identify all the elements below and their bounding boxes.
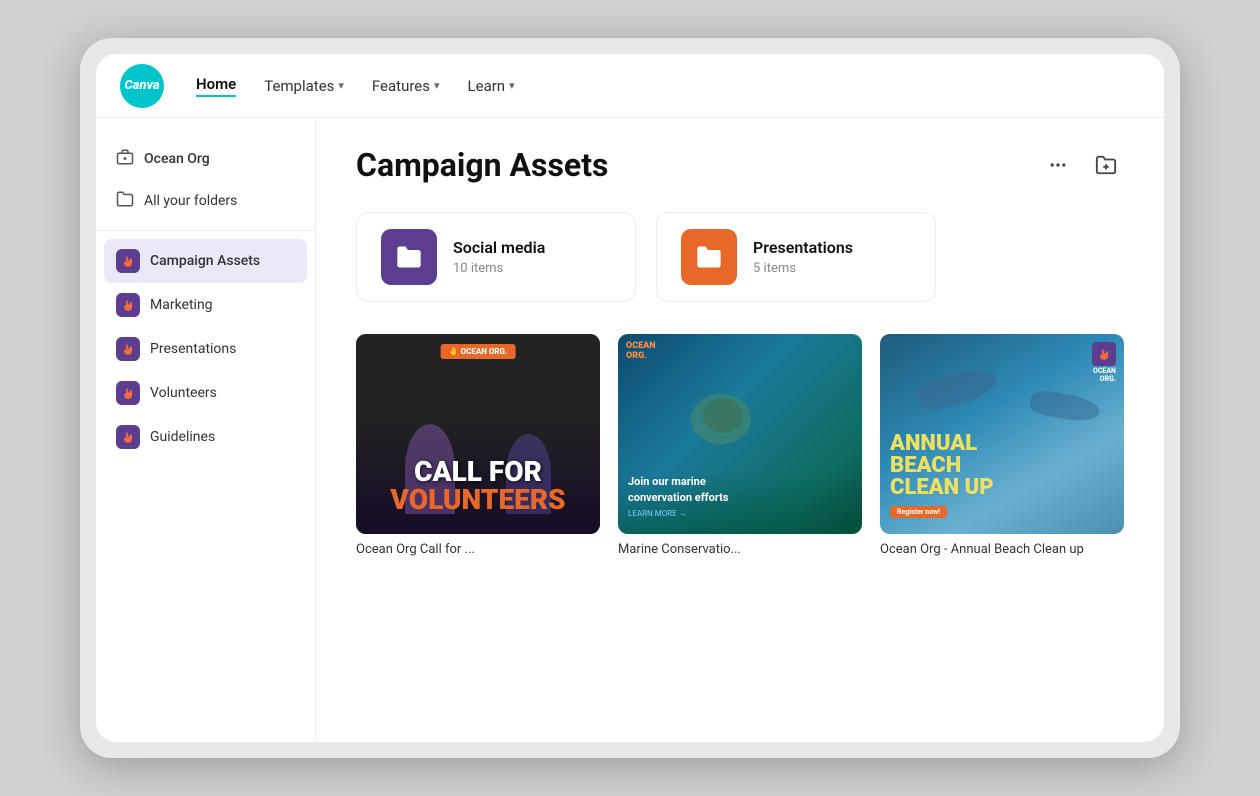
image-caption-1: Marine Conservatio... xyxy=(618,542,862,557)
nav-items: Home Templates ▾ Features ▾ Learn ▾ xyxy=(196,75,515,97)
page-title: Campaign Assets xyxy=(356,146,608,184)
features-chevron: ▾ xyxy=(434,79,440,92)
hand-icon-2 xyxy=(116,337,140,361)
sidebar-item-campaign-assets[interactable]: Campaign Assets xyxy=(104,239,307,283)
folder-icon-social xyxy=(381,229,437,285)
top-nav: Canva Home Templates ▾ Features ▾ Learn … xyxy=(96,54,1164,118)
header-actions xyxy=(1040,147,1124,183)
image-card-0[interactable]: 🤚 OCEAN ORG. CALL FOR VOLUNTEERS xyxy=(356,334,600,557)
org-icon xyxy=(116,148,134,170)
sidebar-label-3: Volunteers xyxy=(150,385,217,401)
nav-learn[interactable]: Learn ▾ xyxy=(468,77,515,95)
hand-icon-0 xyxy=(116,249,140,273)
sidebar-label-1: Marketing xyxy=(150,297,213,313)
nav-features[interactable]: Features ▾ xyxy=(372,77,440,95)
folder-count-social: 10 items xyxy=(453,261,545,276)
device-frame: Canva Home Templates ▾ Features ▾ Learn … xyxy=(80,38,1180,758)
image-thumb-1: OCEANORG. Join our marineconvervation ef… xyxy=(618,334,862,534)
sidebar-label-4: Guidelines xyxy=(150,429,215,445)
sidebar-org[interactable]: Ocean Org xyxy=(96,138,315,180)
folder-name-social: Social media xyxy=(453,238,545,257)
image-caption-2: Ocean Org - Annual Beach Clean up xyxy=(880,542,1124,557)
folders-row: Social media 10 items Presentations xyxy=(356,212,1124,302)
all-folders-label: All your folders xyxy=(144,193,237,209)
folder-icon xyxy=(116,190,134,212)
folder-name-presentations: Presentations xyxy=(753,238,853,257)
hand-icon-4 xyxy=(116,425,140,449)
learn-chevron: ▾ xyxy=(509,79,515,92)
browser-window: Canva Home Templates ▾ Features ▾ Learn … xyxy=(96,54,1164,742)
content-header: Campaign Assets xyxy=(356,146,1124,184)
image-thumb-0: 🤚 OCEAN ORG. CALL FOR VOLUNTEERS xyxy=(356,334,600,534)
folder-card-presentations[interactable]: Presentations 5 items xyxy=(656,212,936,302)
nav-home[interactable]: Home xyxy=(196,75,236,97)
image-caption-0: Ocean Org Call for ... xyxy=(356,542,600,557)
folder-info-presentations: Presentations 5 items xyxy=(753,238,853,276)
sidebar-label-0: Campaign Assets xyxy=(150,253,260,269)
image-card-2[interactable]: OCEANORG. ANNUALBEACHCLEAN UP Register n… xyxy=(880,334,1124,557)
canva-logo[interactable]: Canva xyxy=(120,64,164,108)
image-card-1[interactable]: OCEANORG. Join our marineconvervation ef… xyxy=(618,334,862,557)
folder-icon-presentations xyxy=(681,229,737,285)
images-grid: 🤚 OCEAN ORG. CALL FOR VOLUNTEERS xyxy=(356,334,1124,557)
sidebar-item-guidelines[interactable]: Guidelines xyxy=(96,415,315,459)
sidebar-item-volunteers[interactable]: Volunteers xyxy=(96,371,315,415)
org-name: Ocean Org xyxy=(144,151,210,167)
add-folder-button[interactable] xyxy=(1088,147,1124,183)
main-layout: Ocean Org All your folders xyxy=(96,118,1164,742)
sidebar-item-presentations[interactable]: Presentations xyxy=(96,327,315,371)
more-options-button[interactable] xyxy=(1040,147,1076,183)
image-thumb-2: OCEANORG. ANNUALBEACHCLEAN UP Register n… xyxy=(880,334,1124,534)
folder-count-presentations: 5 items xyxy=(753,261,853,276)
folder-card-social-media[interactable]: Social media 10 items xyxy=(356,212,636,302)
folder-info-social: Social media 10 items xyxy=(453,238,545,276)
hand-icon-1 xyxy=(116,293,140,317)
sidebar: Ocean Org All your folders xyxy=(96,118,316,742)
content-area: Campaign Assets xyxy=(316,118,1164,742)
templates-chevron: ▾ xyxy=(338,79,344,92)
sidebar-label-2: Presentations xyxy=(150,341,236,357)
hand-icon-3 xyxy=(116,381,140,405)
sidebar-divider xyxy=(96,230,315,231)
sidebar-item-marketing[interactable]: Marketing xyxy=(96,283,315,327)
all-folders-link[interactable]: All your folders xyxy=(96,180,315,222)
nav-templates[interactable]: Templates ▾ xyxy=(264,77,344,95)
